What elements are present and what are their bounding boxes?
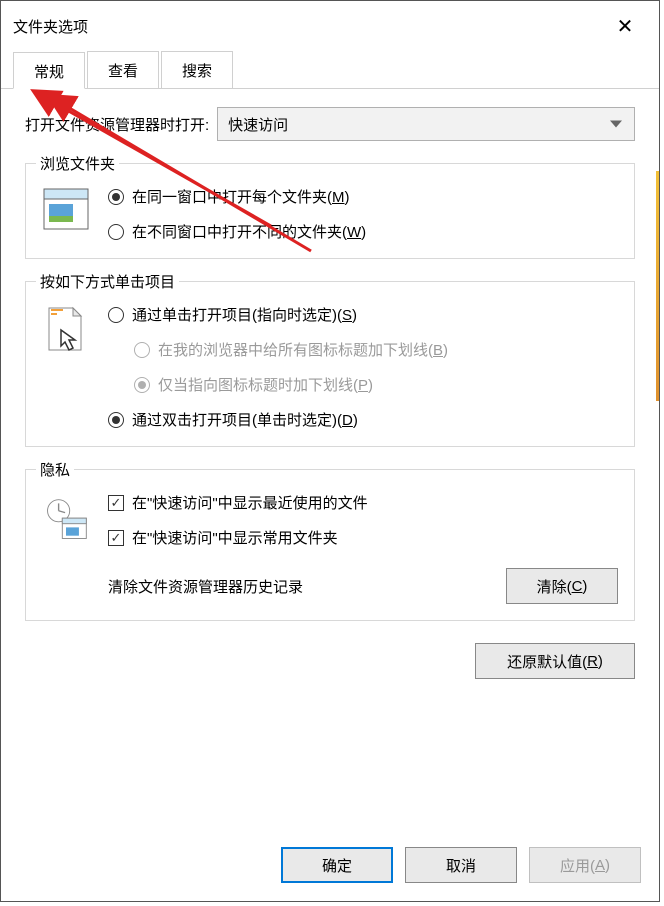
checkbox-icon: ✓: [108, 530, 124, 546]
radio-icon: [108, 412, 124, 428]
file-click-icon: [42, 304, 90, 356]
open-explorer-label: 打开文件资源管理器时打开:: [25, 114, 209, 135]
radio-icon: [134, 377, 150, 393]
restore-defaults-button[interactable]: 还原默认值(R): [475, 643, 635, 679]
radio-icon: [134, 342, 150, 358]
restore-row: 还原默认值(R): [25, 643, 635, 679]
apply-button[interactable]: 应用(A): [529, 847, 641, 883]
clear-history-row: 清除文件资源管理器历史记录 清除(C): [108, 568, 618, 604]
folder-options-dialog: 文件夹选项 ✕ 常规 查看 搜索 打开文件资源管理器时打开: 快速访问 浏览文件…: [0, 0, 660, 902]
tab-general[interactable]: 常规: [13, 52, 85, 89]
radio-same-window[interactable]: 在同一窗口中打开每个文件夹(M): [108, 186, 618, 207]
edge-stripe: [656, 171, 659, 401]
group-browse-folders: 浏览文件夹 在同一窗口中打开每个文件夹(M): [25, 163, 635, 259]
tab-view[interactable]: 查看: [87, 51, 159, 88]
group-click-items: 按如下方式单击项目 通过单击打开项目(指向时选定)(S): [25, 281, 635, 447]
ok-button[interactable]: 确定: [281, 847, 393, 883]
radio-underline-all: 在我的浏览器中给所有图标标题加下划线(B): [134, 339, 618, 360]
tab-search[interactable]: 搜索: [161, 51, 233, 88]
clear-history-label: 清除文件资源管理器历史记录: [108, 576, 486, 597]
dialog-title: 文件夹选项: [13, 16, 605, 37]
tab-row: 常规 查看 搜索: [1, 51, 659, 89]
combo-value: 快速访问: [228, 114, 288, 135]
cancel-button[interactable]: 取消: [405, 847, 517, 883]
radio-double-click[interactable]: 通过双击打开项目(单击时选定)(D): [108, 409, 618, 430]
checkbox-icon: ✓: [108, 495, 124, 511]
titlebar: 文件夹选项 ✕: [1, 1, 659, 51]
clear-button[interactable]: 清除(C): [506, 568, 618, 604]
radio-icon: [108, 189, 124, 205]
radio-new-window[interactable]: 在不同窗口中打开不同的文件夹(W): [108, 221, 618, 242]
close-button[interactable]: ✕: [605, 14, 645, 39]
group-click-title: 按如下方式单击项目: [36, 271, 179, 292]
tab-content: 打开文件资源管理器时打开: 快速访问 浏览文件夹: [1, 89, 659, 691]
check-recent-files[interactable]: ✓ 在"快速访问"中显示最近使用的文件: [108, 492, 618, 513]
group-privacy-title: 隐私: [36, 459, 74, 480]
group-privacy: 隐私 ✓ 在"快速访问"中显示最近使用的文件: [25, 469, 635, 621]
radio-underline-hover: 仅当指向图标标题时加下划线(P): [134, 374, 618, 395]
group-browse-title: 浏览文件夹: [36, 153, 119, 174]
open-explorer-row: 打开文件资源管理器时打开: 快速访问: [25, 107, 635, 141]
check-frequent-folders[interactable]: ✓ 在"快速访问"中显示常用文件夹: [108, 527, 618, 548]
radio-single-click[interactable]: 通过单击打开项目(指向时选定)(S): [108, 304, 618, 325]
open-explorer-combo[interactable]: 快速访问: [217, 107, 635, 141]
radio-icon: [108, 224, 124, 240]
dialog-button-bar: 确定 取消 应用(A): [281, 847, 641, 883]
window-icon: [42, 186, 90, 230]
privacy-icon: [42, 492, 90, 546]
radio-icon: [108, 307, 124, 323]
